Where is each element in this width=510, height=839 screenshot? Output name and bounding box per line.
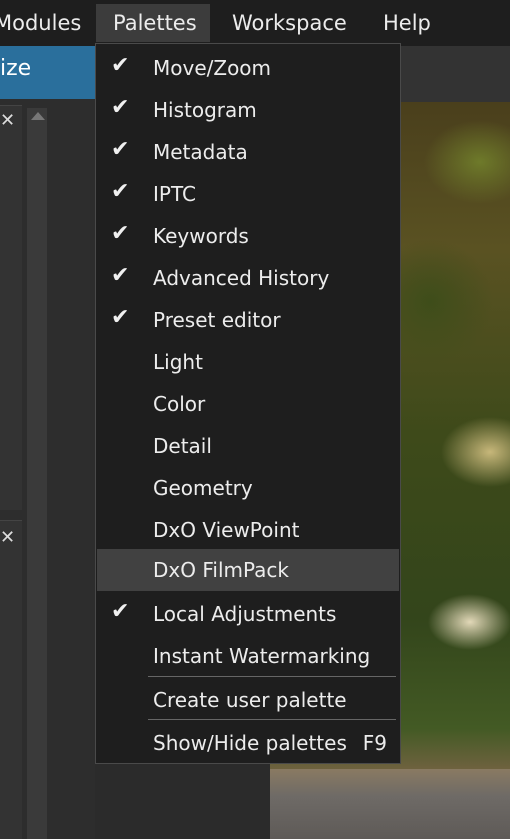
menu-item-label: Histogram: [153, 98, 257, 122]
menu-separator: [148, 719, 396, 720]
menu-item-metadata[interactable]: ✔ Metadata: [97, 131, 399, 173]
scrollbar[interactable]: [27, 108, 47, 839]
menu-help[interactable]: Help: [383, 4, 431, 42]
palette-panel-bottom: ✕: [0, 520, 22, 839]
menu-item-label: Color: [153, 392, 206, 416]
menu-item-advanced-history[interactable]: ✔ Advanced History: [97, 257, 399, 299]
menu-item-light[interactable]: Light: [97, 341, 399, 383]
menu-palettes[interactable]: Palettes: [96, 4, 210, 42]
menu-item-label: Detail: [153, 434, 212, 458]
menu-item-geometry[interactable]: Geometry: [97, 467, 399, 509]
menu-item-label: Move/Zoom: [153, 56, 272, 80]
checkmark-icon: ✔: [111, 599, 130, 624]
checkmark-icon: ✔: [111, 179, 130, 204]
menu-item-label: IPTC: [153, 182, 196, 206]
menu-item-label: Show/Hide palettes: [153, 731, 347, 755]
palette-panel-top: ✕: [0, 105, 22, 510]
menu-item-preset-editor[interactable]: ✔ Preset editor: [97, 299, 399, 341]
checkmark-icon: ✔: [111, 221, 130, 246]
menu-item-dxo-filmpack[interactable]: DxO FilmPack: [97, 549, 399, 591]
menu-item-label: Metadata: [153, 140, 248, 164]
palettes-dropdown: ✔ Move/Zoom ✔ Histogram ✔ Metadata ✔ IPT…: [95, 43, 401, 764]
menu-item-keywords[interactable]: ✔ Keywords: [97, 215, 399, 257]
menu-workspace[interactable]: Workspace: [232, 4, 347, 42]
menu-item-label: Keywords: [153, 224, 249, 248]
menu-item-move-zoom[interactable]: ✔ Move/Zoom: [97, 47, 399, 89]
menu-item-instant-watermarking[interactable]: Instant Watermarking: [97, 635, 399, 677]
menu-item-label: DxO ViewPoint: [153, 518, 300, 542]
menu-bar: Modules Palettes Workspace Help: [0, 0, 510, 46]
menu-item-label: Geometry: [153, 476, 253, 500]
checkmark-icon: ✔: [111, 305, 130, 330]
menu-item-label: Advanced History: [153, 266, 330, 290]
menu-item-label: Preset editor: [153, 308, 281, 332]
menu-item-label: Local Adjustments: [153, 602, 337, 626]
menu-item-histogram[interactable]: ✔ Histogram: [97, 89, 399, 131]
close-icon[interactable]: ✕: [0, 110, 15, 131]
menu-item-label: Create user palette: [153, 688, 347, 712]
menu-item-label: Light: [153, 350, 203, 374]
menu-item-iptc[interactable]: ✔ IPTC: [97, 173, 399, 215]
checkmark-icon: ✔: [111, 95, 130, 120]
checkmark-icon: ✔: [111, 263, 130, 288]
customize-tab-label: ize: [0, 56, 32, 81]
menu-item-dxo-viewpoint[interactable]: DxO ViewPoint: [97, 509, 399, 551]
menu-item-detail[interactable]: Detail: [97, 425, 399, 467]
menu-item-show-hide-palettes[interactable]: Show/Hide palettes F9: [97, 722, 399, 764]
shortcut-label: F9: [362, 731, 387, 755]
menu-modules[interactable]: Modules: [0, 4, 81, 42]
menu-item-label: Instant Watermarking: [153, 644, 371, 668]
menu-item-local-adjustments[interactable]: ✔ Local Adjustments: [97, 593, 399, 635]
menu-item-create-user-palette[interactable]: Create user palette: [97, 679, 399, 721]
checkmark-icon: ✔: [111, 53, 130, 78]
menu-item-color[interactable]: Color: [97, 383, 399, 425]
close-icon[interactable]: ✕: [0, 527, 15, 548]
checkmark-icon: ✔: [111, 137, 130, 162]
menu-separator: [148, 676, 396, 677]
photo-road: [270, 769, 510, 839]
customize-tab[interactable]: ize: [0, 46, 95, 99]
menu-item-label: DxO FilmPack: [153, 558, 289, 582]
scroll-up-icon[interactable]: [31, 112, 45, 120]
